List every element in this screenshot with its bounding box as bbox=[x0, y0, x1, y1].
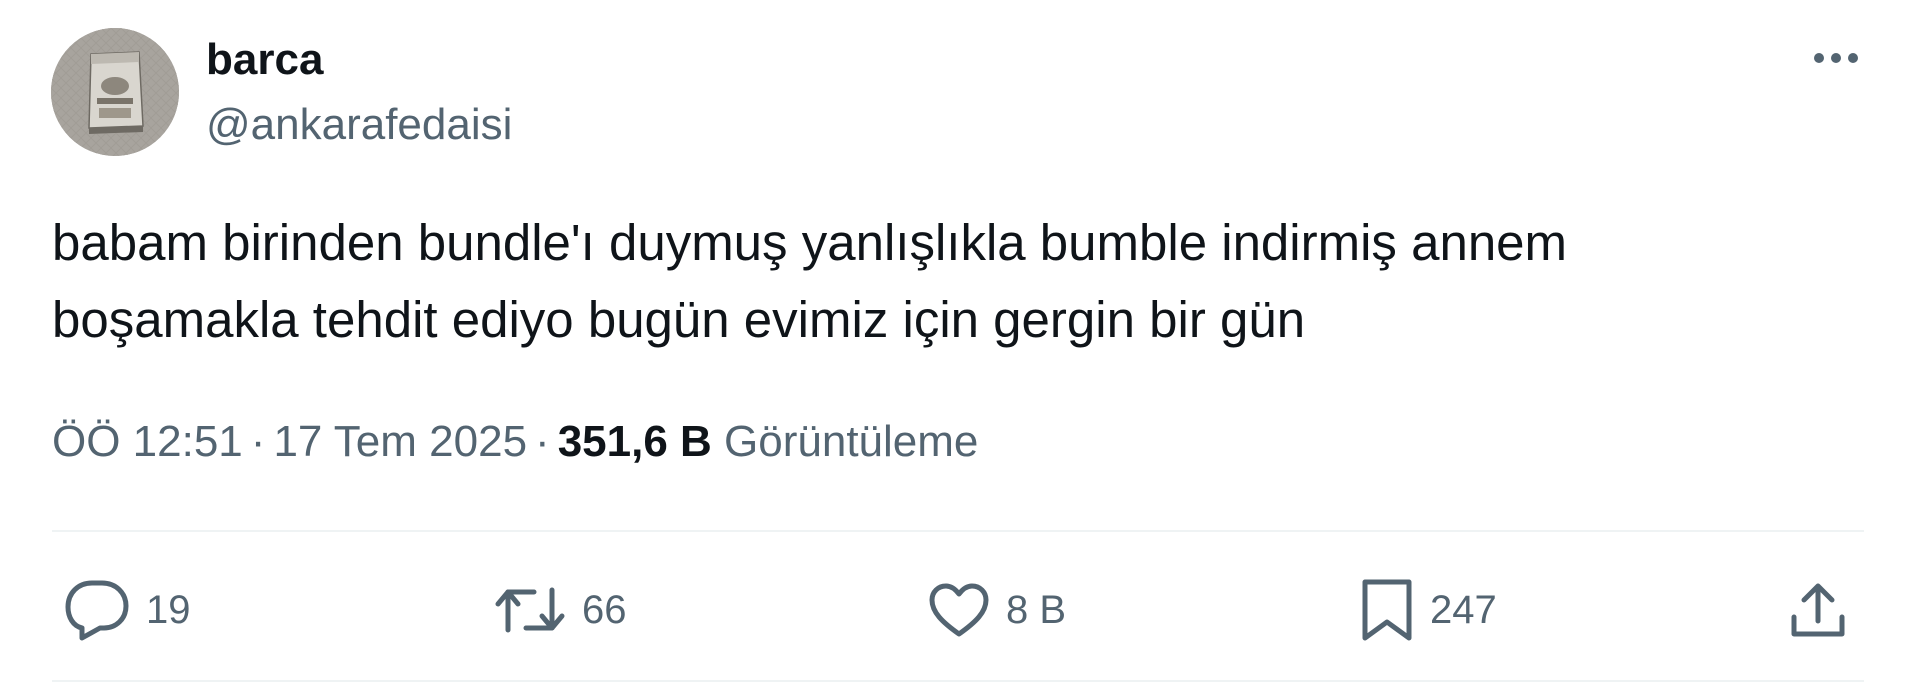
divider bbox=[52, 530, 1864, 532]
heart-icon bbox=[929, 583, 989, 637]
reply-button[interactable]: 19 bbox=[64, 572, 191, 648]
retweet-count: 66 bbox=[582, 588, 627, 632]
user-handle[interactable]: @ankarafedaisi bbox=[206, 99, 512, 151]
bookmark-button[interactable]: 247 bbox=[1360, 572, 1497, 648]
retweet-button[interactable]: 66 bbox=[494, 572, 627, 648]
tweet-time[interactable]: ÖÖ 12:51 bbox=[52, 417, 243, 466]
meta-separator: · bbox=[250, 417, 266, 466]
snack-bag-avatar-icon bbox=[51, 28, 179, 156]
display-name[interactable]: barca bbox=[206, 34, 323, 86]
views-label: Görüntüleme bbox=[724, 417, 979, 466]
tweet-date[interactable]: 17 Tem 2025 bbox=[273, 417, 527, 466]
share-button[interactable] bbox=[1782, 574, 1854, 646]
tweet-text: babam birinden bundle'ı duymuş yanlışlık… bbox=[52, 214, 1568, 348]
share-icon bbox=[1791, 583, 1845, 637]
views-count: 351,6 B bbox=[557, 417, 712, 466]
like-count: 8 B bbox=[1006, 588, 1067, 632]
reply-count: 19 bbox=[146, 588, 191, 632]
meta-separator: · bbox=[535, 417, 550, 466]
more-options-button[interactable] bbox=[1808, 36, 1864, 80]
tweet-card: barca @ankarafedaisi babam birinden bund… bbox=[0, 0, 1920, 684]
more-horizontal-icon bbox=[1814, 53, 1858, 63]
tweet-metadata: ÖÖ 12:51 · 17 Tem 2025 · 351,6 B Görüntüleme bbox=[52, 412, 978, 472]
avatar[interactable] bbox=[51, 28, 179, 156]
retweet-icon bbox=[495, 587, 565, 633]
like-button[interactable]: 8 B bbox=[928, 572, 1066, 648]
divider bbox=[52, 680, 1864, 682]
bookmark-icon bbox=[1362, 579, 1412, 641]
bookmark-count: 247 bbox=[1430, 588, 1497, 632]
reply-icon bbox=[65, 580, 129, 641]
